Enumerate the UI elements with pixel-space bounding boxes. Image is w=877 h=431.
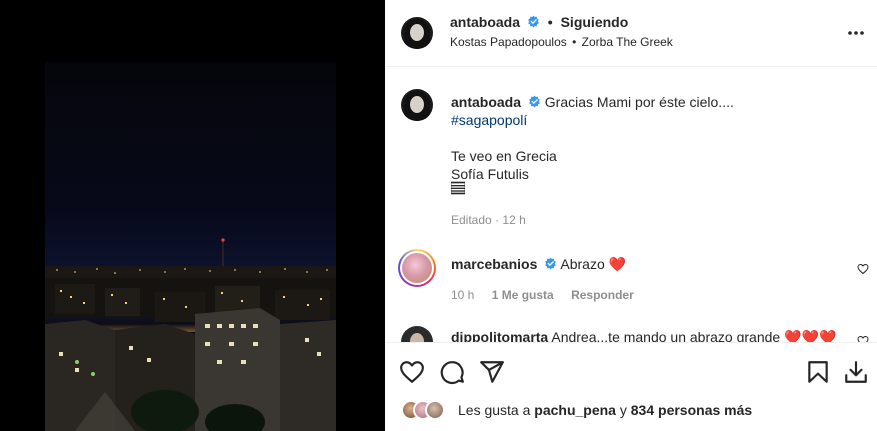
- comment-2-emoji: ❤️❤️❤️: [784, 329, 837, 342]
- post-media-panel: [0, 0, 385, 431]
- like-comment-heart-icon[interactable]: [857, 263, 869, 275]
- comment-1-username[interactable]: marcebanios: [451, 256, 537, 272]
- verified-badge-icon: [545, 257, 556, 270]
- audio-separator: •: [572, 35, 577, 49]
- caption-line-2: Te veo en Grecia: [451, 148, 557, 164]
- audio-attribution[interactable]: Kostas Papadopoulos • Zorba The Greek: [450, 35, 673, 49]
- liker-avatar-3[interactable]: [425, 400, 445, 420]
- more-options-icon: [848, 31, 864, 35]
- comment-1-meta: 10 h 1 Me gusta Responder: [451, 288, 634, 302]
- likes-others[interactable]: 834 personas más: [631, 402, 752, 418]
- header-dot: •: [547, 14, 553, 30]
- likes-text: Les gusta a pachu_pena y 834 personas má…: [458, 402, 752, 418]
- caption-hashtag[interactable]: #sagapopolí: [451, 111, 527, 129]
- comment-1-text: Abrazo: [560, 256, 605, 272]
- commenter-avatar-dippolitomarta[interactable]: [401, 326, 433, 342]
- verified-badge-icon: [529, 95, 540, 108]
- comment-1: marcebanios Abrazo ❤️: [451, 255, 626, 273]
- greek-flag-emoji: [450, 181, 466, 199]
- caption-avatar[interactable]: [401, 89, 433, 121]
- download-icon[interactable]: [843, 359, 869, 385]
- comment-1-likes[interactable]: 1 Me gusta: [492, 288, 554, 302]
- author-username[interactable]: antaboada: [450, 14, 520, 30]
- bookmark-icon[interactable]: [805, 359, 831, 385]
- heart-icon[interactable]: [399, 359, 425, 385]
- greek-flag-icon: [450, 181, 466, 195]
- city-skyline-illustration: [45, 238, 336, 431]
- caption-username[interactable]: antaboada: [451, 94, 521, 110]
- comment-1-emoji: ❤️: [608, 256, 627, 272]
- comment-2-text: Andrea...te mando un abrazo grande: [551, 329, 781, 342]
- caption-meta: Editado · 12 h: [451, 213, 526, 227]
- comment-2: dippolitomarta Andrea...te mando un abra…: [451, 328, 836, 342]
- author-line: antaboada • Siguiendo: [450, 14, 628, 30]
- caption-line-1: antaboada Gracias Mami por éste cielo...…: [451, 93, 734, 111]
- author-avatar[interactable]: [401, 17, 433, 49]
- like-comment-heart-icon[interactable]: [857, 335, 869, 342]
- comment-1-reply-button[interactable]: Responder: [571, 288, 634, 302]
- caption-time[interactable]: 12 h: [502, 213, 525, 227]
- comment-icon[interactable]: [439, 359, 465, 385]
- post-photo[interactable]: [45, 62, 336, 431]
- post-header: antaboada • Siguiendo Kostas Papadopoulo…: [385, 0, 877, 67]
- follow-status-button[interactable]: Siguiendo: [561, 14, 629, 30]
- comments-list: antaboada Gracias Mami por éste cielo...…: [385, 67, 877, 342]
- paper-plane-icon[interactable]: [479, 359, 505, 385]
- likes-user[interactable]: pachu_pena: [534, 402, 616, 418]
- commenter-avatar-marcebanios[interactable]: [398, 249, 436, 287]
- likes-prefix: Les gusta a: [458, 402, 531, 418]
- comment-1-time[interactable]: 10 h: [451, 288, 474, 302]
- more-options-button[interactable]: [847, 20, 865, 41]
- likes-conj: y: [619, 402, 627, 418]
- audio-track[interactable]: Zorba The Greek: [582, 35, 673, 49]
- post-actions: Les gusta a pachu_pena y 834 personas má…: [385, 342, 877, 431]
- caption-text: Gracias Mami por éste cielo....: [544, 94, 734, 110]
- post-detail-panel: antaboada • Siguiendo Kostas Papadopoulo…: [385, 0, 877, 431]
- audio-artist[interactable]: Kostas Papadopoulos: [450, 35, 567, 49]
- comment-2-username[interactable]: dippolitomarta: [451, 329, 548, 342]
- verified-badge-icon: [528, 15, 539, 28]
- caption-edited: Editado: [451, 213, 492, 227]
